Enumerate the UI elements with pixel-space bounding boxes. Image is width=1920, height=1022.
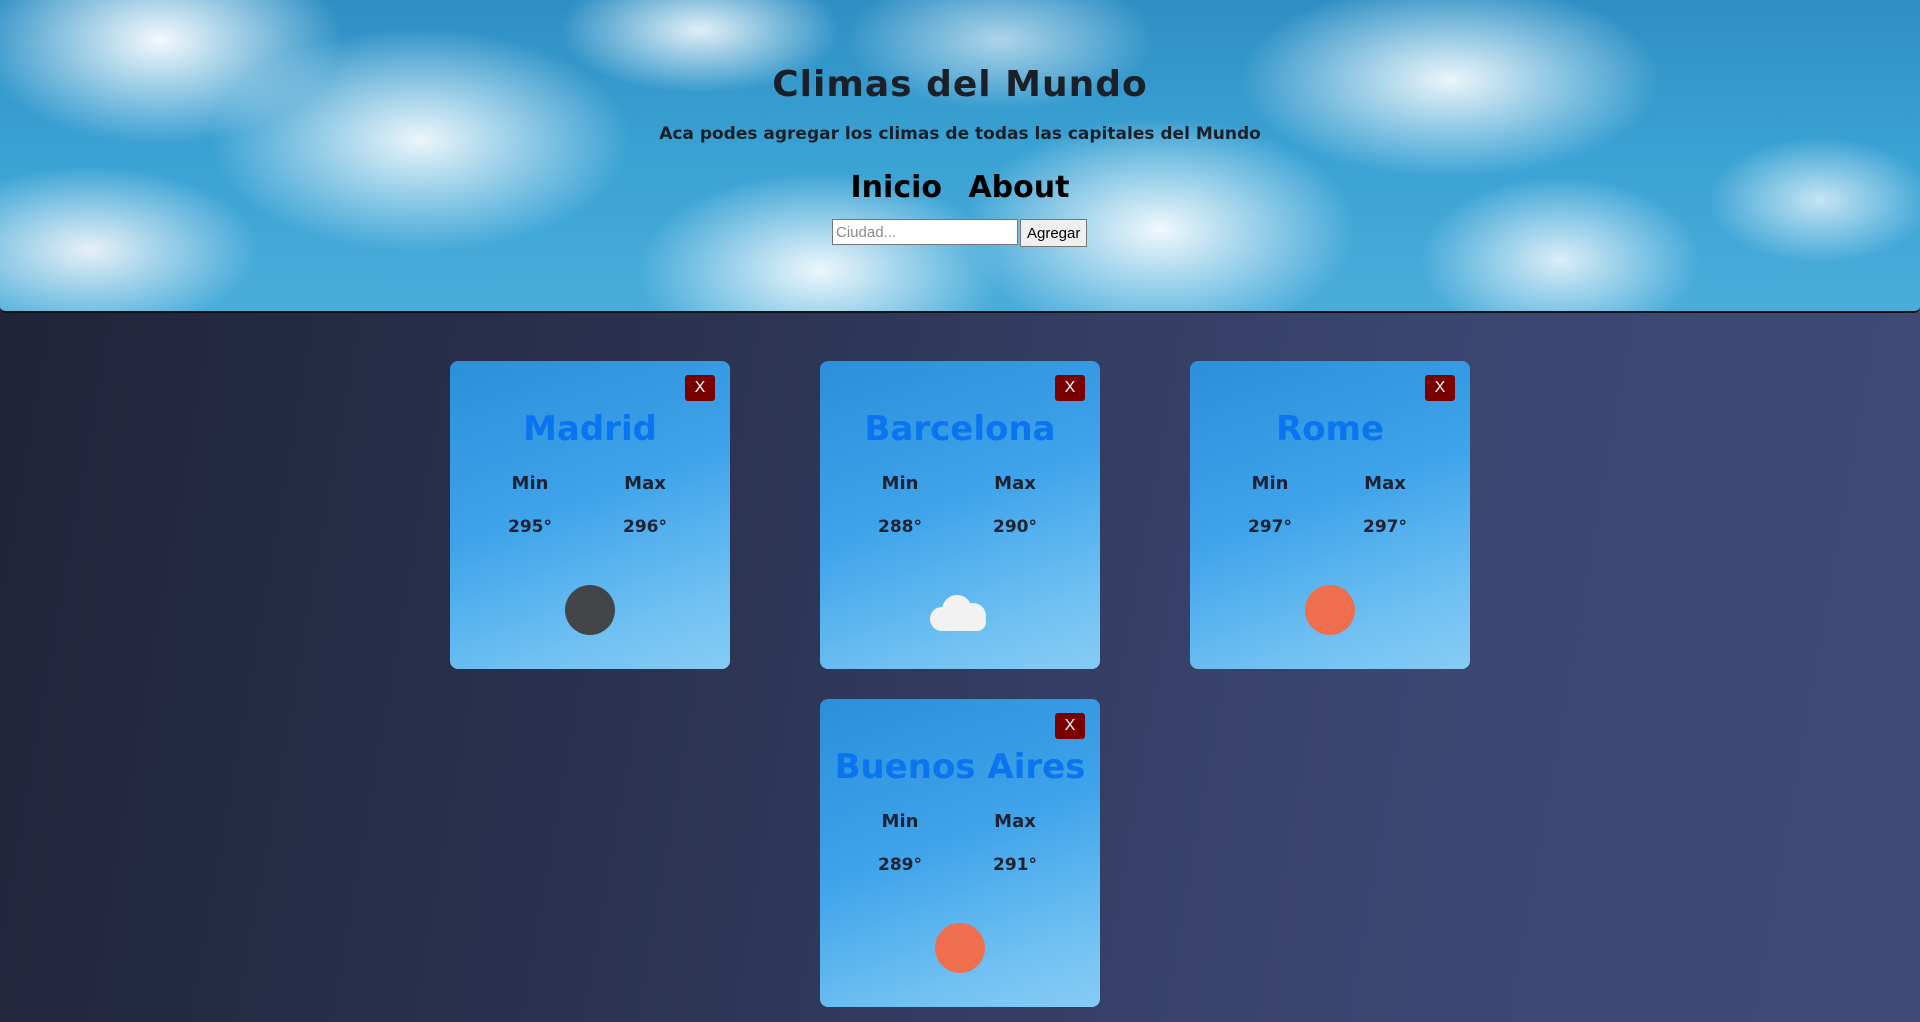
city-name: Buenos Aires (834, 747, 1086, 787)
weather-icon-wrap (1305, 585, 1355, 635)
close-card-button[interactable]: X (1425, 375, 1455, 401)
min-label: Min (881, 811, 919, 832)
header-banner: Climas del Mundo Aca podes agregar los c… (0, 0, 1920, 313)
max-label: Max (994, 473, 1036, 494)
sun-icon (1305, 585, 1355, 635)
max-temp-value: 290° (993, 517, 1037, 537)
min-temp-value: 289° (878, 855, 922, 875)
weather-card-rome: X Rome Min 297° Max 297° (1190, 361, 1470, 669)
weather-card-madrid: X Madrid Min 295° Max 296° (450, 361, 730, 669)
city-name: Rome (1275, 409, 1385, 449)
min-temp-block: Min 297° (1215, 473, 1325, 537)
max-temp-value: 297° (1363, 517, 1407, 537)
min-label: Min (1251, 473, 1289, 494)
min-label: Min (511, 473, 549, 494)
weather-card-barcelona: X Barcelona Min 288° Max 290° (820, 361, 1100, 669)
min-temp-value: 295° (508, 517, 552, 537)
page-subtitle: Aca podes agregar los climas de todas la… (659, 124, 1261, 144)
main-nav: Inicio About (0, 170, 1920, 205)
max-temp-value: 296° (623, 517, 667, 537)
sun-icon (935, 923, 985, 973)
min-temp-block: Min 295° (475, 473, 585, 537)
page-title: Climas del Mundo (772, 64, 1148, 105)
min-label: Min (881, 473, 919, 494)
max-temp-block: Max 296° (590, 473, 700, 537)
moon-icon (565, 585, 615, 635)
max-temp-block: Max 291° (960, 811, 1070, 875)
max-label: Max (994, 811, 1036, 832)
close-card-button[interactable]: X (1055, 375, 1085, 401)
city-name: Madrid (523, 409, 657, 449)
weather-icon-wrap (930, 585, 986, 635)
min-temp-value: 297° (1248, 517, 1292, 537)
min-temp-value: 288° (878, 517, 922, 537)
add-city-button[interactable]: Agregar (1020, 219, 1088, 247)
city-name: Barcelona (864, 409, 1056, 449)
max-label: Max (1364, 473, 1406, 494)
weather-icon-wrap (935, 923, 985, 973)
search-form: Agregar (832, 219, 1088, 247)
max-label: Max (624, 473, 666, 494)
city-input[interactable] (832, 219, 1018, 245)
weather-card-buenos-aires: X Buenos Aires Min 289° Max 291° (820, 699, 1100, 1007)
max-temp-block: Max 297° (1330, 473, 1440, 537)
nav-link-inicio[interactable]: Inicio (851, 170, 942, 205)
min-temp-block: Min 289° (845, 811, 955, 875)
max-temp-value: 291° (993, 855, 1037, 875)
nav-link-about[interactable]: About (968, 170, 1069, 205)
close-card-button[interactable]: X (1055, 713, 1085, 739)
close-card-button[interactable]: X (685, 375, 715, 401)
weather-icon-wrap (565, 585, 615, 635)
max-temp-block: Max 290° (960, 473, 1070, 537)
cloud-icon (930, 591, 990, 631)
min-temp-block: Min 288° (845, 473, 955, 537)
